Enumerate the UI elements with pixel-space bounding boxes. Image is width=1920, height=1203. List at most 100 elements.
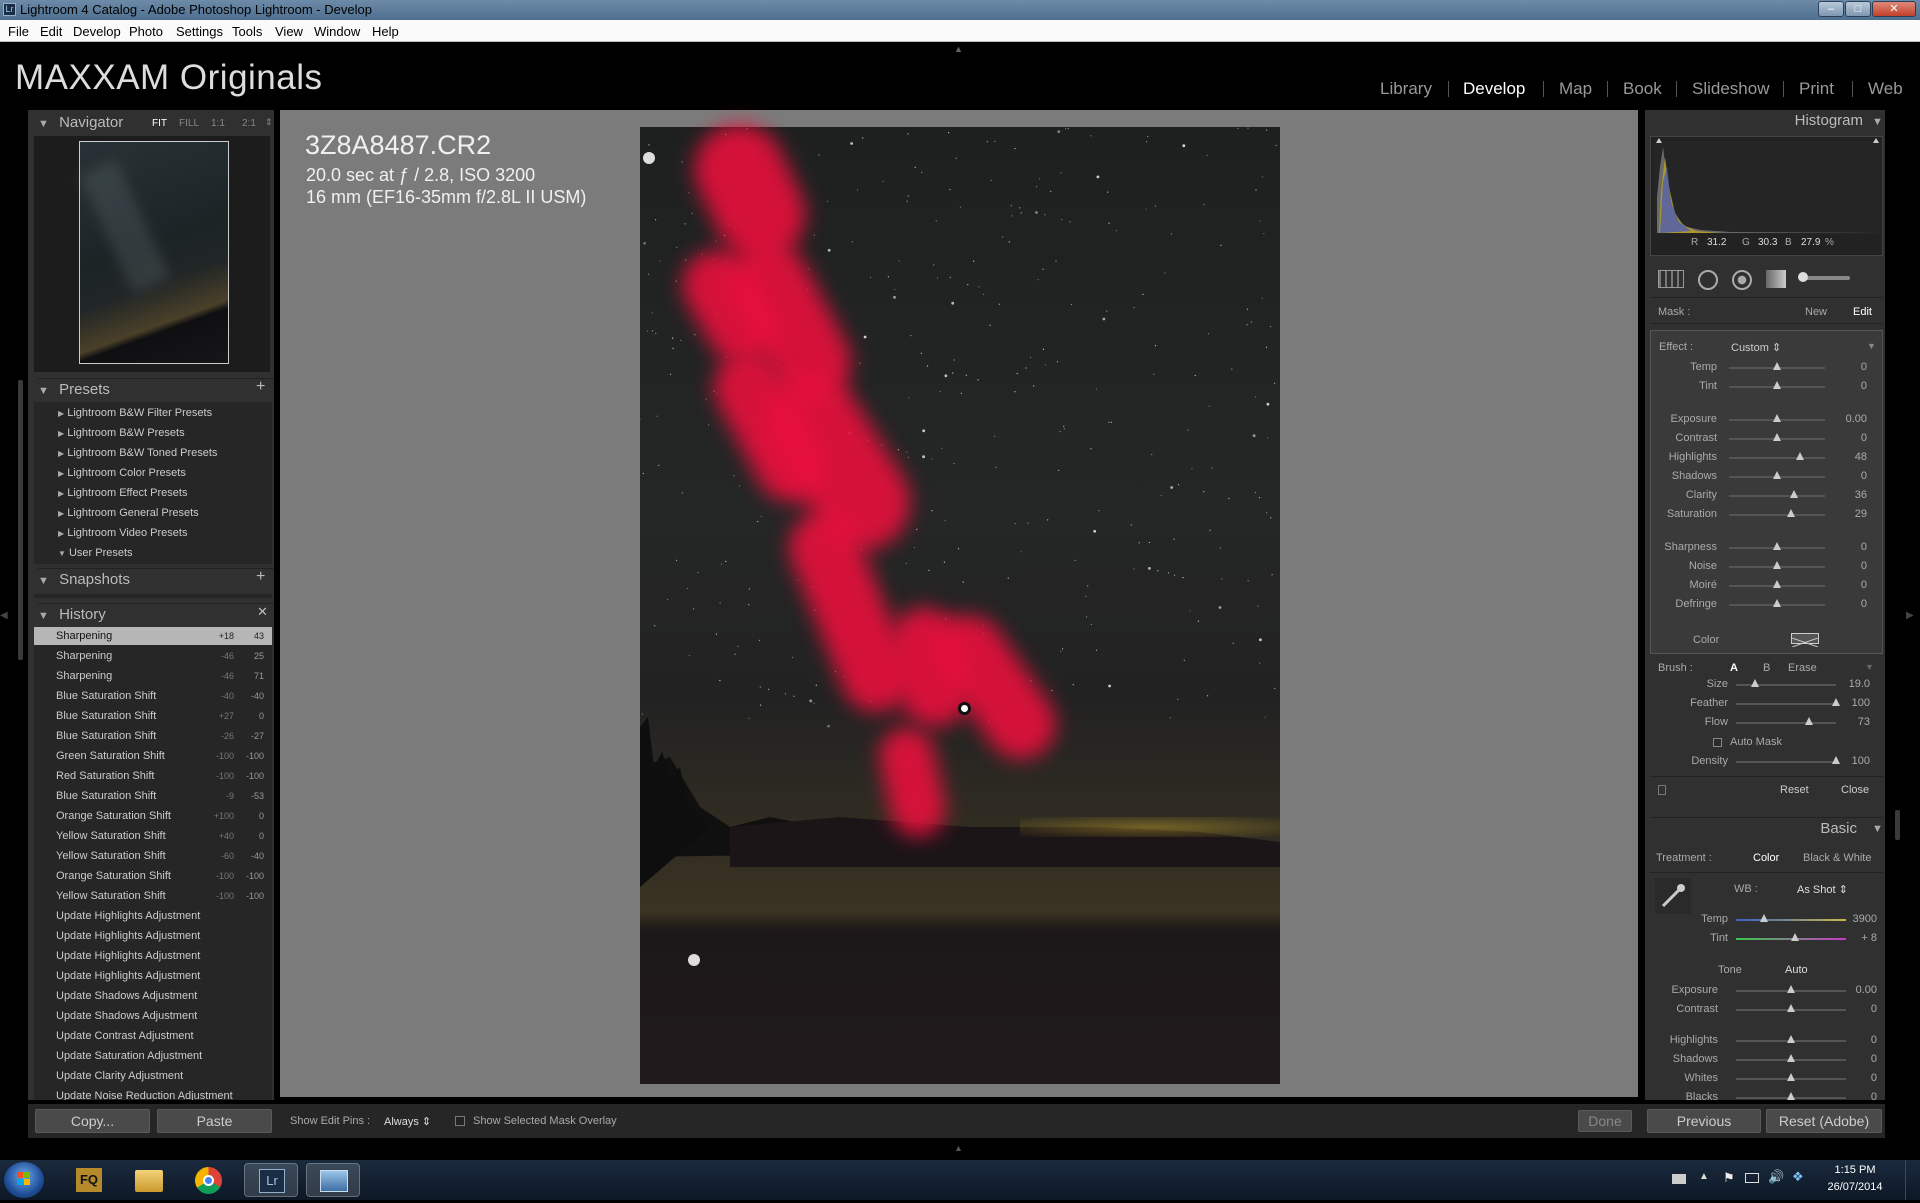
taskbar-photo-viewer[interactable]	[306, 1163, 360, 1197]
slider-value[interactable]: 0	[1837, 1034, 1877, 1046]
preset-folder[interactable]: ▶ Lightroom Video Presets	[58, 527, 187, 539]
tray-notification-icon[interactable]	[1672, 1174, 1686, 1184]
slider-knob[interactable]	[1787, 985, 1795, 993]
right-scrollbar[interactable]	[1895, 810, 1900, 840]
history-item[interactable]: Blue Saturation Shift -9 -53	[34, 787, 272, 805]
brush-reset-button[interactable]: Reset	[1780, 784, 1809, 796]
wb-temp-value[interactable]: 3900	[1837, 913, 1877, 925]
preset-folder[interactable]: ▶ Lightroom B&W Toned Presets	[58, 447, 217, 459]
collapse-triangle-icon[interactable]: ▼	[1872, 116, 1883, 128]
histogram[interactable]: R 31.2 G 30.3 B 27.9 %	[1650, 136, 1883, 256]
snapshots-header[interactable]: ▼ Snapshots	[38, 568, 274, 590]
show-desktop-button[interactable]	[1905, 1160, 1920, 1200]
effect-preset-dropdown[interactable]: Custom ⇕	[1731, 341, 1781, 354]
slider-knob[interactable]	[1773, 381, 1781, 389]
preset-folder[interactable]: ▶ Lightroom General Presets	[58, 507, 199, 519]
tray-flag-icon[interactable]: ⚑	[1723, 1170, 1735, 1186]
close-window-button[interactable]: ✕	[1872, 1, 1916, 17]
mask-overlay-checkbox[interactable]	[455, 1116, 465, 1126]
slider-track[interactable]	[1729, 514, 1825, 516]
history-item[interactable]: Update Noise Reduction Adjustment	[34, 1087, 272, 1100]
slider-knob[interactable]	[1787, 1073, 1795, 1081]
presets-header[interactable]: ▼ Presets	[38, 378, 274, 400]
wb-tint-value[interactable]: + 8	[1837, 932, 1877, 944]
slider-value[interactable]: 0.00	[1837, 984, 1877, 996]
history-item[interactable]: Blue Saturation Shift -40 -40	[34, 687, 272, 705]
module-develop[interactable]: Develop	[1463, 79, 1525, 99]
taskbar-fq-app[interactable]: FQ	[62, 1163, 116, 1197]
history-item[interactable]: Yellow Saturation Shift -60 -40	[34, 847, 272, 865]
brush-close-button[interactable]: Close	[1841, 784, 1869, 796]
density-value[interactable]: 100	[1830, 755, 1870, 767]
done-button[interactable]: Done	[1578, 1110, 1632, 1132]
right-panel-toggle[interactable]: ▶	[1906, 610, 1920, 640]
slider-value[interactable]: 48	[1827, 451, 1867, 463]
clear-history-icon[interactable]: ✕	[257, 604, 268, 620]
left-panel-toggle[interactable]: ◀	[0, 610, 14, 640]
wb-temp-knob[interactable]	[1759, 914, 1768, 922]
left-scrollbar[interactable]	[18, 380, 23, 660]
slider-value[interactable]: 0	[1827, 432, 1867, 444]
zoom-1-1[interactable]: 1:1	[211, 118, 225, 129]
history-item[interactable]: Update Highlights Adjustment	[34, 907, 272, 925]
slider-value[interactable]: 0	[1827, 541, 1867, 553]
history-item[interactable]: Green Saturation Shift -100 -100	[34, 747, 272, 765]
preset-folder[interactable]: ▶ Lightroom Effect Presets	[58, 487, 187, 499]
menu-window[interactable]: Window	[314, 24, 360, 39]
slider-knob[interactable]	[1786, 509, 1795, 517]
taskbar-lightroom[interactable]: Lr	[244, 1163, 298, 1197]
slider-value[interactable]: 0	[1827, 380, 1867, 392]
menu-view[interactable]: View	[275, 24, 303, 39]
wb-dropdown[interactable]: As Shot ⇕	[1797, 883, 1848, 896]
preset-folder[interactable]: ▶ Lightroom B&W Presets	[58, 427, 185, 439]
maximize-button[interactable]: □	[1845, 1, 1871, 17]
copy-button[interactable]: Copy...	[35, 1109, 150, 1133]
slider-track[interactable]	[1736, 722, 1836, 724]
brush-erase-button[interactable]: Erase	[1788, 662, 1817, 674]
menu-file[interactable]: File	[8, 24, 29, 39]
menu-tools[interactable]: Tools	[232, 24, 262, 39]
white-balance-picker-icon[interactable]	[1655, 878, 1691, 914]
slider-value[interactable]: 0	[1837, 1003, 1877, 1015]
slider-track[interactable]	[1729, 457, 1825, 459]
tray-dropbox-icon[interactable]: ❖	[1792, 1169, 1804, 1185]
color-swatch[interactable]	[1791, 633, 1819, 648]
brush-a-button[interactable]: A	[1730, 662, 1738, 674]
slider-value[interactable]: 73	[1830, 716, 1870, 728]
history-item[interactable]: Update Saturation Adjustment	[34, 1047, 272, 1065]
slider-value[interactable]: 0	[1837, 1091, 1877, 1103]
module-slideshow[interactable]: Slideshow	[1692, 79, 1770, 99]
add-snapshot-icon[interactable]: +	[256, 568, 265, 586]
history-item[interactable]: Update Contrast Adjustment	[34, 1027, 272, 1045]
history-item[interactable]: Sharpening +18 43	[34, 627, 272, 645]
slider-track[interactable]	[1729, 495, 1825, 497]
tray-volume-icon[interactable]: 🔊	[1768, 1169, 1784, 1185]
slider-knob[interactable]	[1805, 717, 1813, 725]
slider-knob[interactable]	[1751, 679, 1759, 687]
auto-mask-checkbox[interactable]	[1713, 738, 1722, 747]
history-item[interactable]: Yellow Saturation Shift -100 -100	[34, 887, 272, 905]
crop-tool-icon[interactable]	[1658, 270, 1684, 288]
slider-knob[interactable]	[1773, 414, 1781, 422]
slider-knob[interactable]	[1773, 561, 1781, 569]
show-pins-dropdown[interactable]: Always ⇕	[384, 1115, 431, 1128]
slider-knob[interactable]	[1773, 542, 1781, 550]
taskbar-explorer[interactable]	[122, 1163, 176, 1197]
mask-edit-button[interactable]: Edit	[1853, 306, 1872, 318]
history-item[interactable]: Update Shadows Adjustment	[34, 987, 272, 1005]
slider-knob[interactable]	[1773, 580, 1781, 588]
collapse-bottom-arrow[interactable]: ▲	[954, 1143, 963, 1153]
toggle-switch-icon[interactable]	[1658, 785, 1666, 795]
slider-value[interactable]: 29	[1827, 508, 1867, 520]
tray-time[interactable]: 1:15 PM	[1820, 1164, 1890, 1176]
edit-pin-selected[interactable]	[958, 702, 971, 715]
slider-knob[interactable]	[1790, 490, 1799, 498]
preset-folder[interactable]: ▶ Lightroom Color Presets	[58, 467, 186, 479]
slider-value[interactable]: 0.00	[1827, 413, 1867, 425]
history-item[interactable]: Sharpening -46 25	[34, 647, 272, 665]
collapse-triangle-icon[interactable]: ▼	[1872, 823, 1883, 835]
brush-collapse-icon[interactable]: ▼	[1865, 662, 1874, 672]
effect-collapse-icon[interactable]: ▼	[1867, 341, 1876, 351]
slider-track[interactable]	[1736, 703, 1836, 705]
previous-button[interactable]: Previous	[1647, 1109, 1761, 1133]
